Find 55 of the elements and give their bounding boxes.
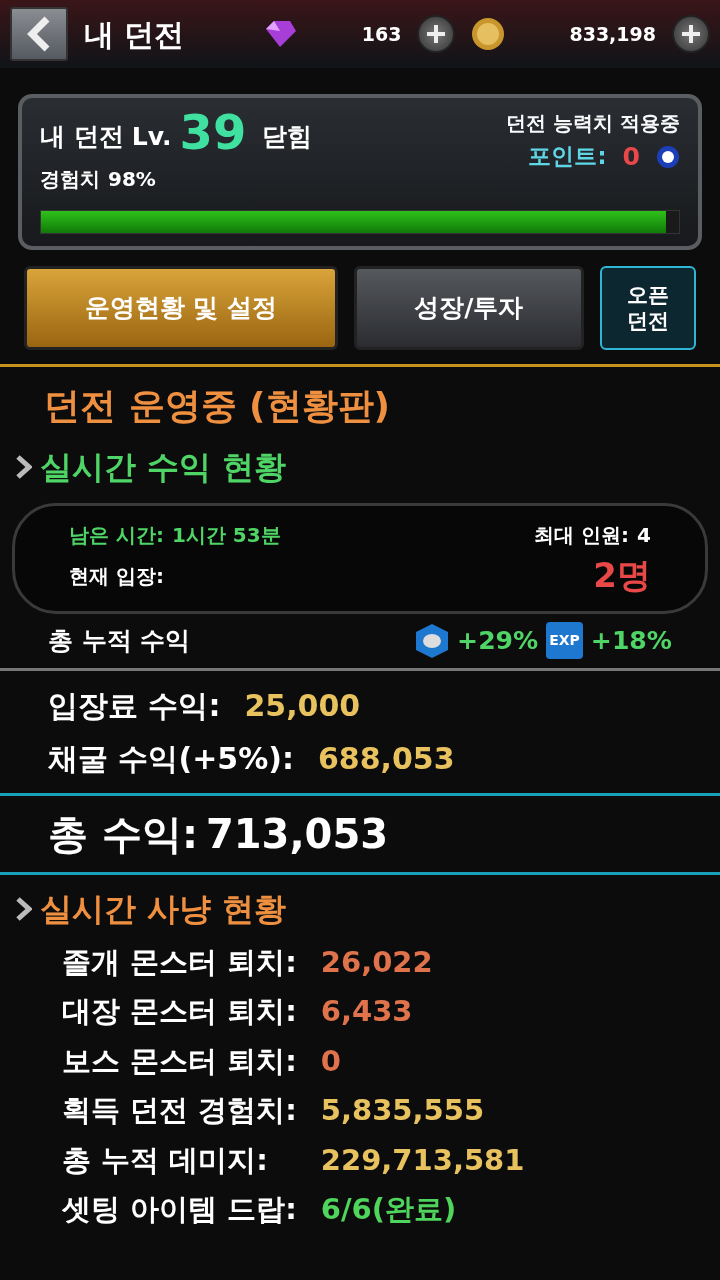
chevron-left-icon (27, 16, 51, 52)
stat-value: 229,713,581 (320, 1141, 526, 1179)
remaining-value: 1시간 53분 (171, 522, 281, 549)
stat-value: 6/6(완료) (320, 1191, 458, 1229)
page-title: 내 던전 (84, 15, 185, 54)
accum-label: 총 누적 수익 (48, 625, 191, 657)
ability-status: 던전 능력치 적용중 (506, 110, 680, 137)
stat-value: 26,022 (320, 943, 434, 981)
dungeon-name: 내 던전 (40, 121, 124, 154)
add-button[interactable] (672, 15, 710, 53)
remaining-label: 남은 시간: (69, 522, 164, 549)
level-label: Lv. (131, 121, 172, 154)
back-button[interactable] (10, 7, 68, 61)
stat-value: 5,835,555 (320, 1092, 486, 1130)
coin-bonus: +29% (457, 625, 539, 657)
points-label: 포인트: (528, 141, 607, 171)
exp-bonus: +18% (590, 625, 672, 657)
stat-value: 6,433 (320, 993, 414, 1031)
coin-badge-icon (415, 622, 450, 659)
exp-label: 경험치 (40, 166, 100, 193)
add-button[interactable] (417, 15, 456, 53)
stat-label: 획득 던전 경험치: (62, 1092, 297, 1130)
stat-value: 0 (320, 1042, 342, 1080)
open-dungeon-button[interactable]: 오픈 던전 (600, 266, 696, 350)
current-value: 2명 (593, 554, 651, 597)
chevron-right-icon (16, 455, 32, 479)
gem-count: 163 (361, 21, 402, 47)
stat-label: 졸개 몬스터 퇴치: (62, 943, 297, 981)
plus-icon (425, 23, 448, 45)
income-label: 입장료 수익: (48, 686, 221, 725)
income-value: 25,000 (244, 686, 361, 725)
stat-label: 보스 몬스터 퇴치: (62, 1042, 297, 1080)
level-number: 39 (179, 108, 247, 156)
status-title: 던전 운영중 (현황판) (43, 384, 391, 428)
points-value: 0 (622, 141, 640, 173)
max-label: 최대 인원: (534, 522, 630, 549)
plus-icon (680, 23, 702, 45)
exp-value: 98% (108, 166, 156, 193)
exp-badge: EXP (546, 622, 583, 660)
income-label: 채굴 수익(+5%): (48, 739, 294, 778)
total-label: 총 수익: (48, 809, 198, 859)
coin-count: 833,198 (569, 21, 656, 47)
door-status: 닫힘 (262, 121, 313, 154)
section-heading: 실시간 수익 현황 (40, 447, 287, 488)
section-heading: 실시간 사냥 현황 (40, 888, 287, 930)
max-value: 4 (637, 522, 651, 549)
income-value: 688,053 (317, 739, 455, 778)
stat-label: 대장 몬스터 퇴치: (62, 993, 297, 1031)
chevron-right-icon (16, 896, 32, 921)
tab[interactable]: 성장/투자 (353, 266, 584, 350)
stat-label: 셋팅 아이템 드랍: (62, 1191, 297, 1229)
total-value: 713,053 (205, 809, 389, 859)
stat-label: 총 누적 데미지: (62, 1141, 269, 1179)
coin-icon (471, 17, 506, 51)
current-label: 현재 입장: (69, 562, 164, 590)
